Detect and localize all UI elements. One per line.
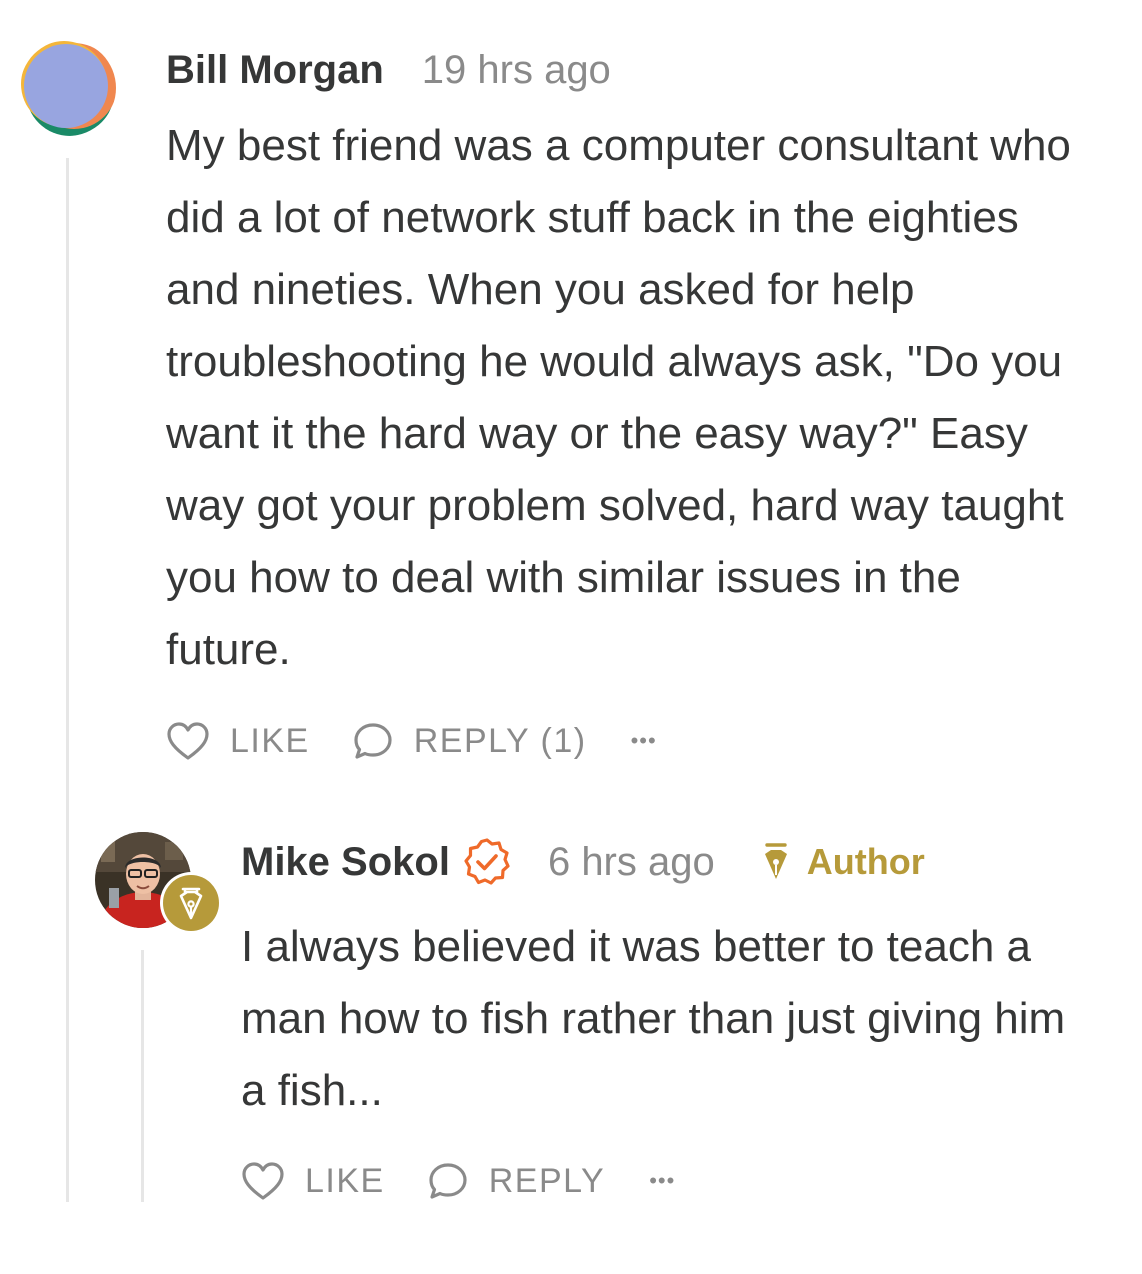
heart-icon xyxy=(166,721,210,761)
author-badge-label: Author xyxy=(806,841,925,882)
fountain-pen-icon xyxy=(761,842,791,882)
timestamp[interactable]: 6 hrs ago xyxy=(548,840,715,885)
more-icon: ••• xyxy=(630,728,657,753)
timestamp[interactable]: 19 hrs ago xyxy=(422,48,611,93)
more-button[interactable]: ••• xyxy=(649,1168,675,1194)
comment-body: My best friend was a computer consultant… xyxy=(166,121,1071,674)
heart-icon xyxy=(241,1161,285,1201)
author-name[interactable]: Bill Morgan xyxy=(166,48,384,93)
author-badge: Author xyxy=(761,841,925,883)
avatar-bill-morgan[interactable] xyxy=(20,40,116,136)
comment-body: I always believed it was better to teach… xyxy=(241,922,1066,1115)
author-pen-badge xyxy=(160,872,222,934)
comment-header-mike: Mike Sokol 6 hrs ago Author xyxy=(241,834,925,890)
reply-label: REPLY (1) xyxy=(413,721,587,760)
comment-bubble-icon xyxy=(427,1161,469,1201)
more-icon: ••• xyxy=(649,1168,676,1193)
comment-bubble-icon xyxy=(352,721,394,761)
reply-button[interactable]: REPLY xyxy=(427,1161,605,1201)
like-label: LIKE xyxy=(230,721,310,760)
thread-line-main xyxy=(66,158,69,1202)
comment-actions-bill: LIKE REPLY (1) ••• xyxy=(166,716,657,766)
fountain-pen-icon xyxy=(163,875,219,931)
comment-header-bill: Bill Morgan 19 hrs ago xyxy=(166,44,611,96)
more-button[interactable]: ••• xyxy=(631,728,657,754)
like-button[interactable]: LIKE xyxy=(166,721,310,761)
verified-check-icon xyxy=(462,837,512,887)
like-button[interactable]: LIKE xyxy=(241,1161,385,1201)
comment-actions-mike: LIKE REPLY ••• xyxy=(241,1156,675,1206)
reply-button[interactable]: REPLY (1) xyxy=(352,721,587,761)
reply-label: REPLY xyxy=(488,1161,606,1200)
author-name[interactable]: Mike Sokol xyxy=(241,840,450,885)
like-label: LIKE xyxy=(305,1161,385,1200)
thread-line-reply xyxy=(141,950,144,1202)
